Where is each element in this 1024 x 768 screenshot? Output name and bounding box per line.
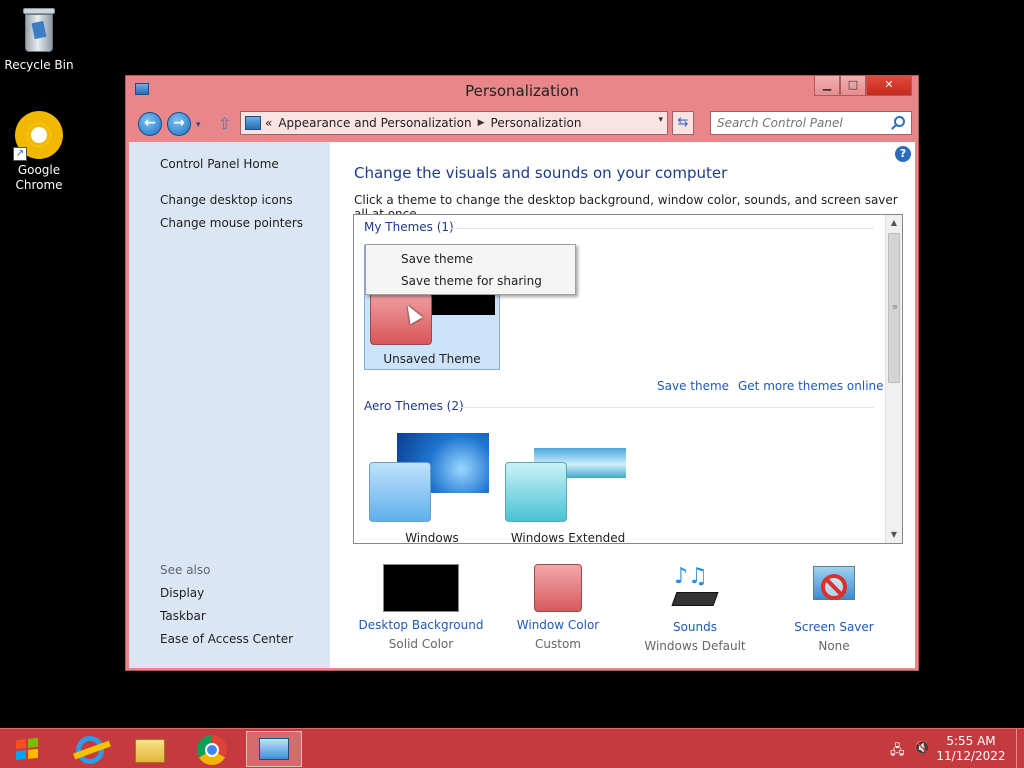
breadcrumb-overflow[interactable]: « bbox=[265, 116, 272, 130]
screen-saver-title: Screen Saver bbox=[794, 620, 874, 634]
theme-name: Unsaved Theme bbox=[383, 352, 481, 366]
network-icon[interactable]: 🖧 bbox=[890, 741, 905, 763]
clock[interactable]: 5:55 AM 11/12/2022 bbox=[936, 734, 1006, 764]
windows-extended-theme-color-thumb bbox=[505, 462, 567, 522]
refresh-button[interactable]: ⇆ bbox=[672, 111, 694, 135]
red-swatch-icon bbox=[534, 564, 582, 612]
aero-themes-title: Aero Themes (2) bbox=[364, 399, 464, 413]
main-panel: ? Change the visuals and sounds on your … bbox=[330, 142, 915, 668]
windows-logo-icon bbox=[16, 737, 38, 761]
desktop-background-title: Desktop Background bbox=[358, 618, 484, 632]
get-more-themes-link[interactable]: Get more themes online bbox=[738, 379, 884, 393]
close-button[interactable]: ✕ bbox=[866, 76, 912, 96]
system-tray: 🖧 🔇 5:55 AM 11/12/2022 bbox=[874, 729, 1024, 768]
forward-button[interactable]: → bbox=[167, 112, 191, 136]
theme-windows-extended[interactable]: Windows Extended bbox=[500, 429, 636, 544]
themes-list[interactable]: My Themes (1) Unsaved Theme Save theme S… bbox=[353, 214, 903, 544]
search-box[interactable] bbox=[710, 111, 912, 135]
window-title: Personalization bbox=[465, 82, 579, 100]
sidebar-link-taskbar[interactable]: Taskbar bbox=[160, 609, 206, 623]
desktop-icon-google-chrome[interactable]: ↗ Google Chrome bbox=[1, 111, 77, 193]
desktop-background-value: Solid Color bbox=[388, 637, 454, 651]
themes-scrollbar[interactable]: ▲ ≡ ▼ bbox=[885, 215, 902, 543]
control-panel-icon bbox=[259, 738, 289, 760]
scroll-up-arrow-icon[interactable]: ▲ bbox=[886, 215, 902, 231]
sounds-option[interactable]: ♪♫ Sounds Windows Default bbox=[625, 564, 765, 653]
screen-saver-option[interactable]: Screen Saver None bbox=[764, 564, 904, 653]
sidebar-link-change-mouse-pointers[interactable]: Change mouse pointers bbox=[160, 216, 303, 230]
search-input[interactable] bbox=[711, 112, 881, 134]
sidebar-link-display[interactable]: Display bbox=[160, 586, 204, 600]
chrome-icon bbox=[197, 735, 227, 765]
shortcut-arrow-icon: ↗ bbox=[13, 147, 27, 161]
sidebar-link-control-panel-home[interactable]: Control Panel Home bbox=[160, 157, 279, 171]
screen-saver-none-icon bbox=[809, 564, 859, 614]
theme-windows[interactable]: Windows bbox=[364, 429, 500, 544]
personalization-window: Personalization ▁ □ ✕ ← → ▾ ⇧ « Appearan… bbox=[125, 75, 919, 671]
back-button[interactable]: ← bbox=[138, 112, 162, 136]
breadcrumb-appearance[interactable]: Appearance and Personalization bbox=[278, 116, 471, 130]
theme-components: Desktop Background Solid Color Window Co… bbox=[354, 564, 914, 664]
screen-saver-value: None bbox=[818, 639, 850, 653]
window-color-value: Custom bbox=[535, 637, 581, 651]
recent-pages-dropdown[interactable]: ▾ bbox=[196, 120, 201, 130]
recycle-bin-label: Recycle Bin bbox=[4, 58, 74, 72]
music-notes-icon: ♪♫ bbox=[670, 564, 720, 614]
taskbar-control-panel[interactable] bbox=[246, 731, 302, 767]
context-menu: Save theme Save theme for sharing bbox=[365, 244, 576, 295]
chrome-icon: ↗ bbox=[13, 111, 63, 161]
address-control-panel-icon bbox=[245, 116, 261, 130]
title-bar[interactable]: Personalization ▁ □ ✕ bbox=[126, 76, 918, 106]
start-button[interactable] bbox=[6, 733, 46, 765]
menu-item-save-theme[interactable]: Save theme bbox=[368, 248, 573, 270]
scroll-down-arrow-icon[interactable]: ▼ bbox=[886, 527, 902, 543]
volume-muted-icon[interactable]: 🔇 bbox=[914, 741, 930, 756]
breadcrumb-separator-icon[interactable]: ▶ bbox=[478, 118, 485, 128]
desktop-icon-recycle-bin[interactable]: Recycle Bin bbox=[1, 8, 77, 73]
scrollbar-grip-icon: ≡ bbox=[892, 303, 898, 311]
clock-time: 5:55 AM bbox=[946, 734, 996, 748]
window-content: Control Panel Home Change desktop icons … bbox=[129, 142, 915, 668]
up-button[interactable]: ⇧ bbox=[218, 115, 231, 133]
minimize-button[interactable]: ▁ bbox=[814, 76, 840, 96]
see-also-label: See also bbox=[160, 563, 211, 577]
search-icon[interactable] bbox=[894, 116, 905, 127]
show-desktop-button[interactable] bbox=[1016, 729, 1024, 768]
window-color-title: Window Color bbox=[516, 618, 600, 632]
folder-icon bbox=[135, 739, 165, 763]
window-color-option[interactable]: Window Color Custom bbox=[488, 564, 628, 651]
google-chrome-label: Google Chrome bbox=[15, 163, 63, 192]
taskbar-file-explorer[interactable] bbox=[122, 731, 178, 767]
theme-name: Windows bbox=[405, 531, 459, 544]
unsaved-theme-color-thumb bbox=[370, 293, 432, 345]
menu-item-save-theme-for-sharing[interactable]: Save theme for sharing bbox=[368, 270, 573, 292]
recycle-bin-icon bbox=[21, 8, 57, 54]
address-bar[interactable]: « Appearance and Personalization ▶ Perso… bbox=[240, 111, 668, 135]
taskbar: 🖧 🔇 5:55 AM 11/12/2022 bbox=[0, 728, 1024, 768]
sounds-title: Sounds bbox=[672, 620, 718, 634]
theme-name: Windows Extended bbox=[510, 531, 626, 544]
aero-themes-divider bbox=[458, 407, 874, 408]
sounds-value: Windows Default bbox=[644, 639, 746, 653]
my-themes-title: My Themes (1) bbox=[364, 220, 454, 234]
taskbar-google-chrome[interactable] bbox=[184, 731, 240, 767]
windows-theme-color-thumb bbox=[369, 462, 431, 522]
my-themes-divider bbox=[450, 228, 874, 229]
breadcrumb-personalization[interactable]: Personalization bbox=[491, 116, 582, 130]
maximize-button[interactable]: □ bbox=[840, 76, 866, 96]
taskbar-internet-explorer[interactable] bbox=[62, 731, 118, 767]
navigation-bar: ← → ▾ ⇧ « Appearance and Personalization… bbox=[126, 106, 918, 140]
sidebar: Control Panel Home Change desktop icons … bbox=[129, 142, 330, 668]
help-icon[interactable]: ? bbox=[895, 146, 911, 162]
internet-explorer-icon bbox=[73, 736, 111, 764]
save-theme-link[interactable]: Save theme bbox=[657, 379, 729, 393]
address-dropdown-icon[interactable]: ▾ bbox=[658, 115, 663, 125]
page-heading: Change the visuals and sounds on your co… bbox=[354, 164, 728, 182]
desktop-background-option[interactable]: Desktop Background Solid Color bbox=[351, 564, 491, 651]
clock-date: 11/12/2022 bbox=[936, 749, 1006, 763]
sidebar-link-ease-of-access[interactable]: Ease of Access Center bbox=[160, 632, 293, 646]
black-swatch-icon bbox=[383, 564, 459, 612]
scrollbar-thumb[interactable]: ≡ bbox=[888, 233, 900, 383]
sidebar-link-change-desktop-icons[interactable]: Change desktop icons bbox=[160, 193, 293, 207]
